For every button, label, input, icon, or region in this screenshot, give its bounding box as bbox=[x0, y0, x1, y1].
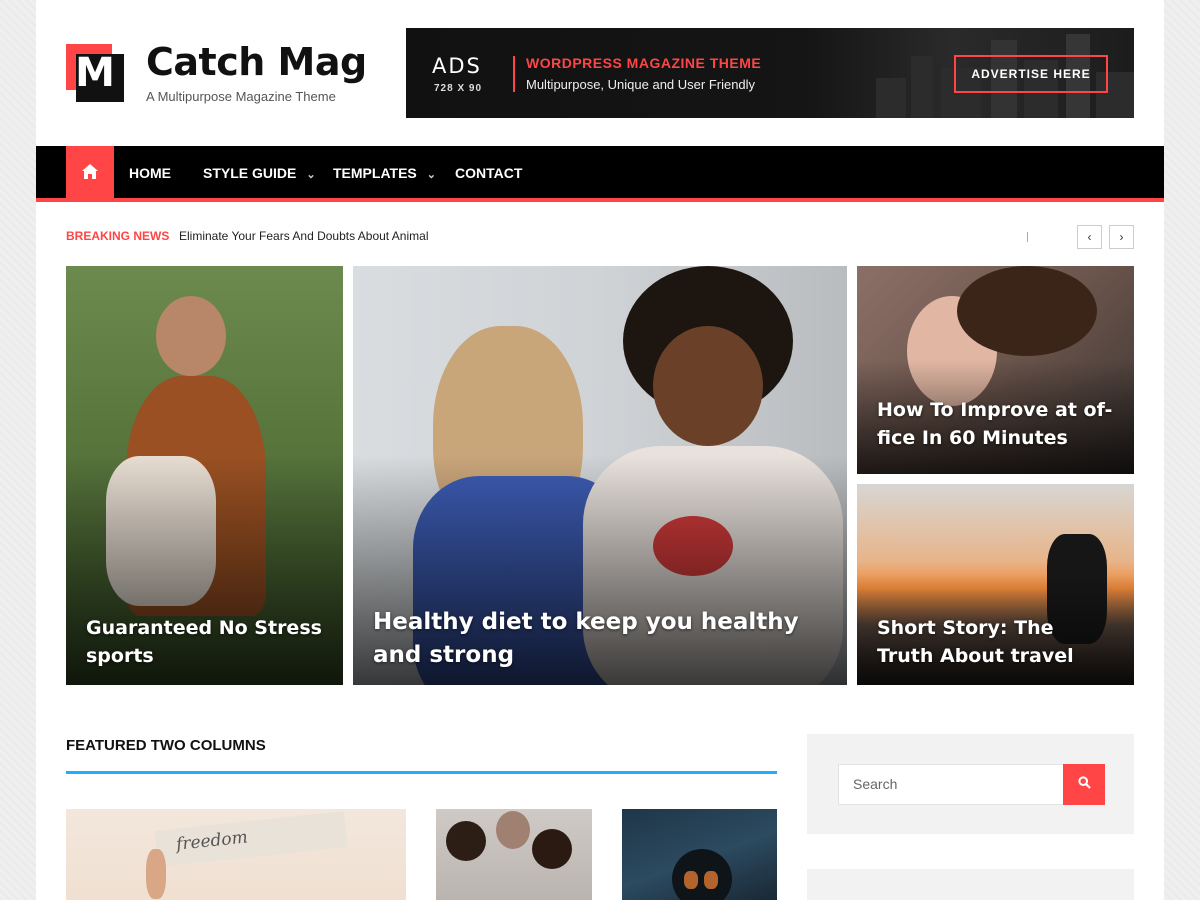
featured-thumb-cave[interactable] bbox=[622, 809, 777, 900]
ad-divider bbox=[513, 56, 515, 92]
shoe-image bbox=[684, 871, 698, 889]
sidebar-search-widget: Search bbox=[807, 734, 1134, 834]
hero-left-title[interactable]: Guaranteed No Stress sports bbox=[86, 614, 325, 670]
sidebar-widget bbox=[807, 869, 1134, 900]
ad-banner[interactable]: ADS 728 X 90 WORDPRESS MAGAZINE THEME Mu… bbox=[406, 28, 1134, 118]
man-hair-image bbox=[957, 266, 1097, 356]
site-tagline: A Multipurpose Magazine Theme bbox=[146, 89, 336, 104]
site-title[interactable]: Catch Mag bbox=[146, 40, 367, 84]
cave-image bbox=[672, 849, 732, 900]
nav-item-home[interactable]: HOME bbox=[129, 146, 171, 202]
chevron-down-icon: ⌄ bbox=[306, 169, 316, 181]
prev-arrow-button[interactable]: ‹ bbox=[1077, 225, 1102, 249]
ad-headline: WORDPRESS MAGAZINE THEME bbox=[526, 55, 762, 71]
chevron-down-icon: ⌄ bbox=[426, 169, 436, 181]
main-navigation: HOME STYLE GUIDE ⌄ TEMPLATES ⌄ CONTACT bbox=[36, 146, 1164, 202]
hero-center-title[interactable]: Healthy diet to keep you healthy and str… bbox=[373, 606, 829, 672]
hero-right-top-title[interactable]: How To Improve at of-fice In 60 Minutes bbox=[877, 396, 1116, 452]
hand-image bbox=[146, 849, 166, 899]
ad-subline: Multipurpose, Unique and User Friendly bbox=[526, 77, 756, 92]
nav-item-contact[interactable]: CONTACT bbox=[455, 146, 522, 202]
logo-letter: M bbox=[75, 50, 115, 96]
hero-right-bottom-title[interactable]: Short Story: The Truth About travel bbox=[877, 614, 1116, 670]
face-image bbox=[653, 326, 763, 446]
hero-post-right-top[interactable]: How To Improve at of-fice In 60 Minutes bbox=[857, 266, 1134, 474]
person-image bbox=[496, 811, 530, 849]
featured-title-underline bbox=[66, 771, 777, 774]
freedom-pennant-image: freedom bbox=[154, 811, 348, 867]
featured-section-title: FEATURED TWO COLUMNS bbox=[66, 737, 266, 754]
breaking-news-bar: BREAKING NEWS Eliminate Your Fears And D… bbox=[36, 206, 1164, 262]
search-button[interactable] bbox=[1063, 764, 1105, 805]
breaking-news-headline[interactable]: Eliminate Your Fears And Doubts About An… bbox=[179, 229, 429, 243]
divider bbox=[1027, 232, 1028, 242]
page: M Catch Mag A Multipurpose Magazine Them… bbox=[36, 0, 1164, 900]
nav-item-style-guide[interactable]: STYLE GUIDE ⌄ bbox=[203, 146, 316, 202]
site-logo[interactable]: M bbox=[66, 44, 124, 102]
person-image bbox=[446, 821, 486, 861]
search-icon bbox=[1077, 775, 1091, 794]
ad-size: 728 X 90 bbox=[434, 83, 483, 94]
next-arrow-button[interactable]: › bbox=[1109, 225, 1134, 249]
advertise-button[interactable]: ADVERTISE HERE bbox=[954, 55, 1108, 93]
search-input[interactable]: Search bbox=[838, 764, 1064, 805]
hero-post-left[interactable]: Guaranteed No Stress sports bbox=[66, 266, 343, 685]
breaking-news-label: BREAKING NEWS bbox=[66, 229, 170, 243]
shoe-image bbox=[704, 871, 718, 889]
nav-home-button[interactable] bbox=[66, 146, 114, 202]
woman-head-image bbox=[156, 296, 226, 376]
featured-thumb-office[interactable] bbox=[436, 809, 592, 900]
home-icon bbox=[82, 164, 98, 184]
hero-post-right-bottom[interactable]: Short Story: The Truth About travel bbox=[857, 484, 1134, 685]
featured-thumb-freedom[interactable]: freedom bbox=[66, 809, 406, 900]
hero-post-center[interactable]: Healthy diet to keep you healthy and str… bbox=[353, 266, 847, 685]
person-image bbox=[532, 829, 572, 869]
site-header: M Catch Mag A Multipurpose Magazine Them… bbox=[36, 0, 1164, 146]
nav-item-templates[interactable]: TEMPLATES ⌄ bbox=[333, 146, 436, 202]
ad-label: ADS bbox=[432, 54, 482, 78]
